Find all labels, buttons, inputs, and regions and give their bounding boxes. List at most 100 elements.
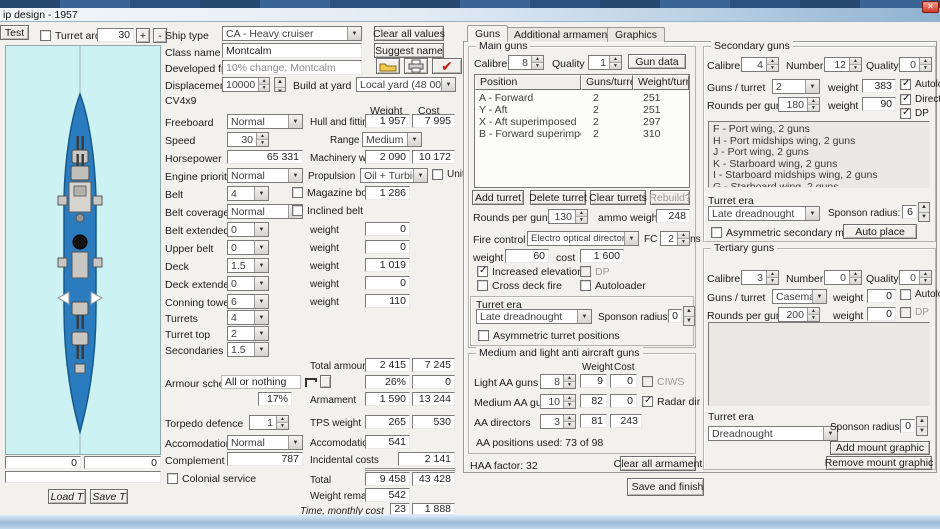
- spinner-arrows-icon[interactable]: ▲ ▼: [849, 271, 861, 284]
- close-button[interactable]: ✕: [922, 1, 939, 13]
- tertiary-quality-input[interactable]: 0 ▲ ▼: [899, 270, 932, 285]
- tertiary-turret-era-select[interactable]: Dreadnought ▼: [708, 426, 838, 441]
- belt-extended-select[interactable]: 0 ▼: [227, 222, 269, 237]
- tertiary-guns-per-turret-select[interactable]: Casemat▼: [772, 289, 827, 304]
- spinner-arrows-icon[interactable]: ▲ ▼: [609, 56, 621, 69]
- secondary-turret-era-select[interactable]: Late dreadnought ▼: [708, 206, 820, 221]
- asymmetric-turret-positions-checkbox[interactable]: Asymmetric turret positions: [478, 330, 620, 342]
- secondary-number-input[interactable]: 12 ▲ ▼: [824, 57, 862, 72]
- main-guns-table[interactable]: Position Guns/turret Weight/turret A - F…: [474, 74, 690, 188]
- main-sponson-updown[interactable]: ▲ ▼: [683, 306, 695, 326]
- spinner-arrows-icon[interactable]: ▲ ▼: [531, 56, 543, 69]
- main-quality-input[interactable]: 1 ▲ ▼: [588, 55, 622, 70]
- range-select[interactable]: Medium ▼: [362, 132, 422, 147]
- list-item[interactable]: G - Starboard wing, 2 guns: [713, 181, 925, 187]
- ship-top-view[interactable]: [5, 45, 161, 455]
- tertiary-autoloader-checkbox[interactable]: Autoloader: [900, 289, 940, 301]
- clear-turrets-button[interactable]: Clear turrets: [589, 190, 647, 205]
- displacement-step-updown[interactable]: ▲ ▼: [274, 77, 286, 92]
- spinner-arrows-icon[interactable]: ▲ ▼: [258, 78, 269, 91]
- deck-extended-select[interactable]: 0 ▼: [227, 276, 269, 291]
- main-rounds-input[interactable]: 130 ▲ ▼: [548, 209, 588, 224]
- secondary-director-checkbox[interactable]: Director: [900, 93, 940, 106]
- arc-plus-button[interactable]: +: [136, 28, 150, 43]
- chevron-down-icon[interactable]: ▼: [577, 310, 591, 323]
- magazine-box-checkbox[interactable]: Magazine box: [292, 187, 372, 199]
- spinner-arrows-icon[interactable]: ▲ ▼: [919, 58, 931, 71]
- tertiary-sponson-updown[interactable]: ▲ ▼: [916, 416, 928, 436]
- spinner-arrows-icon[interactable]: ▲ ▼: [807, 98, 819, 111]
- secondary-calibre-input[interactable]: 4 ▲ ▼: [741, 57, 779, 72]
- add-mount-graphic-button[interactable]: Add mount graphic: [830, 441, 930, 455]
- spinner-arrows-icon[interactable]: ▲ ▼: [766, 271, 778, 284]
- secondaries-select[interactable]: 1.5 ▼: [227, 342, 269, 357]
- engine-priority-select[interactable]: Normal ▼: [227, 168, 303, 183]
- col-position[interactable]: Position: [475, 75, 581, 90]
- turrets-select[interactable]: 4 ▼: [227, 310, 269, 325]
- inclined-belt-checkbox[interactable]: Inclined belt: [292, 205, 363, 217]
- increased-elevation-checkbox[interactable]: Increased elevation: [477, 265, 583, 278]
- light-aa-input[interactable]: 8 ▲ ▼: [540, 374, 576, 389]
- chevron-down-icon[interactable]: ▼: [805, 207, 819, 220]
- chevron-down-icon[interactable]: ▼: [288, 436, 302, 449]
- chevron-down-icon[interactable]: ▼: [254, 277, 268, 290]
- cross-deck-fire-checkbox[interactable]: Cross deck fire: [477, 280, 562, 292]
- table-row[interactable]: A - Forward 2 251: [475, 92, 689, 104]
- add-turret-button[interactable]: Add turret: [472, 190, 524, 205]
- colonial-service-checkbox[interactable]: Colonial service: [167, 473, 256, 485]
- spinner-arrows-icon[interactable]: ▲ ▼: [849, 58, 861, 71]
- gun-data-button[interactable]: Gun data: [628, 54, 686, 69]
- delete-turret-button[interactable]: Delete turret: [529, 190, 587, 205]
- chevron-down-icon[interactable]: ▼: [347, 27, 361, 40]
- main-calibre-input[interactable]: 8 ▲ ▼: [508, 55, 544, 70]
- turret-top-select[interactable]: 2 ▼: [227, 326, 269, 341]
- chevron-down-icon[interactable]: ▼: [407, 133, 421, 146]
- suggest-name-button[interactable]: Suggest name: [374, 43, 444, 58]
- tertiary-number-input[interactable]: 0 ▲ ▼: [824, 270, 862, 285]
- turret-arc-value-field[interactable]: 30: [97, 28, 134, 42]
- secondary-dp-checkbox[interactable]: DP: [900, 107, 929, 120]
- class-name-input[interactable]: Montcalm: [222, 43, 362, 58]
- freeboard-select[interactable]: Normal ▼: [227, 114, 303, 129]
- chevron-down-icon[interactable]: ▼: [254, 259, 268, 272]
- remove-mount-graphic-button[interactable]: Remove mount graphic: [825, 456, 933, 470]
- chevron-down-icon[interactable]: ▼: [254, 241, 268, 254]
- print-button[interactable]: [404, 58, 428, 74]
- load-t-button[interactable]: Load T: [48, 489, 86, 504]
- chevron-down-icon[interactable]: ▼: [254, 223, 268, 236]
- torpedo-defence-input[interactable]: 1 ▲ ▼: [249, 415, 289, 430]
- chevron-down-icon[interactable]: ▼: [254, 295, 268, 308]
- chevron-down-icon[interactable]: ▼: [441, 78, 455, 91]
- col-weight-per-turret[interactable]: Weight/turret: [633, 75, 689, 90]
- spinner-arrows-icon[interactable]: ▲ ▼: [276, 416, 288, 429]
- chevron-down-icon[interactable]: ▼: [805, 80, 819, 93]
- load-design-button[interactable]: [376, 58, 400, 74]
- confirm-button[interactable]: ✔: [432, 58, 462, 74]
- tab-graphics[interactable]: Graphics: [607, 27, 666, 42]
- spinner-arrows-icon[interactable]: ▲ ▼: [575, 210, 587, 223]
- spinner-arrows-icon[interactable]: ▲ ▼: [563, 395, 575, 408]
- clear-all-armament-button[interactable]: Clear all armament: [614, 456, 702, 471]
- main-guns-table-header[interactable]: Position Guns/turret Weight/turret: [475, 75, 689, 90]
- tertiary-rounds-input[interactable]: 200 ▲ ▼: [778, 307, 820, 322]
- chevron-down-icon[interactable]: ▼: [413, 169, 427, 182]
- col-guns-per-turret[interactable]: Guns/turret: [581, 75, 633, 90]
- secondary-quality-input[interactable]: 0 ▲ ▼: [899, 57, 932, 72]
- chevron-down-icon[interactable]: ▼: [254, 311, 268, 324]
- spinner-arrows-icon[interactable]: ▲ ▼: [677, 232, 689, 245]
- clear-all-values-button[interactable]: Clear all values: [373, 26, 445, 41]
- tab-guns[interactable]: Guns: [467, 25, 509, 42]
- ship-type-select[interactable]: CA - Heavy cruiser ▼: [222, 26, 362, 41]
- propulsion-select[interactable]: Oil + Turbine▼: [360, 168, 428, 183]
- list-item[interactable]: I - Starboard midships wing, 2 guns: [713, 169, 925, 182]
- spinner-arrows-icon[interactable]: ▲ ▼: [563, 375, 575, 388]
- secondary-sponson-updown[interactable]: ▲ ▼: [918, 202, 930, 222]
- chevron-down-icon[interactable]: ▼: [254, 327, 268, 340]
- secondary-mounts-list[interactable]: F - Port wing, 2 guns H - Port midships …: [708, 121, 930, 188]
- chevron-down-icon[interactable]: ▼: [288, 115, 302, 128]
- spinner-arrows-icon[interactable]: ▲ ▼: [766, 58, 778, 71]
- chevron-down-icon[interactable]: ▼: [288, 169, 302, 182]
- chevron-down-icon[interactable]: ▼: [624, 232, 638, 245]
- accomodation-select[interactable]: Normal ▼: [227, 435, 303, 450]
- spinner-arrows-icon[interactable]: ▲ ▼: [919, 271, 931, 284]
